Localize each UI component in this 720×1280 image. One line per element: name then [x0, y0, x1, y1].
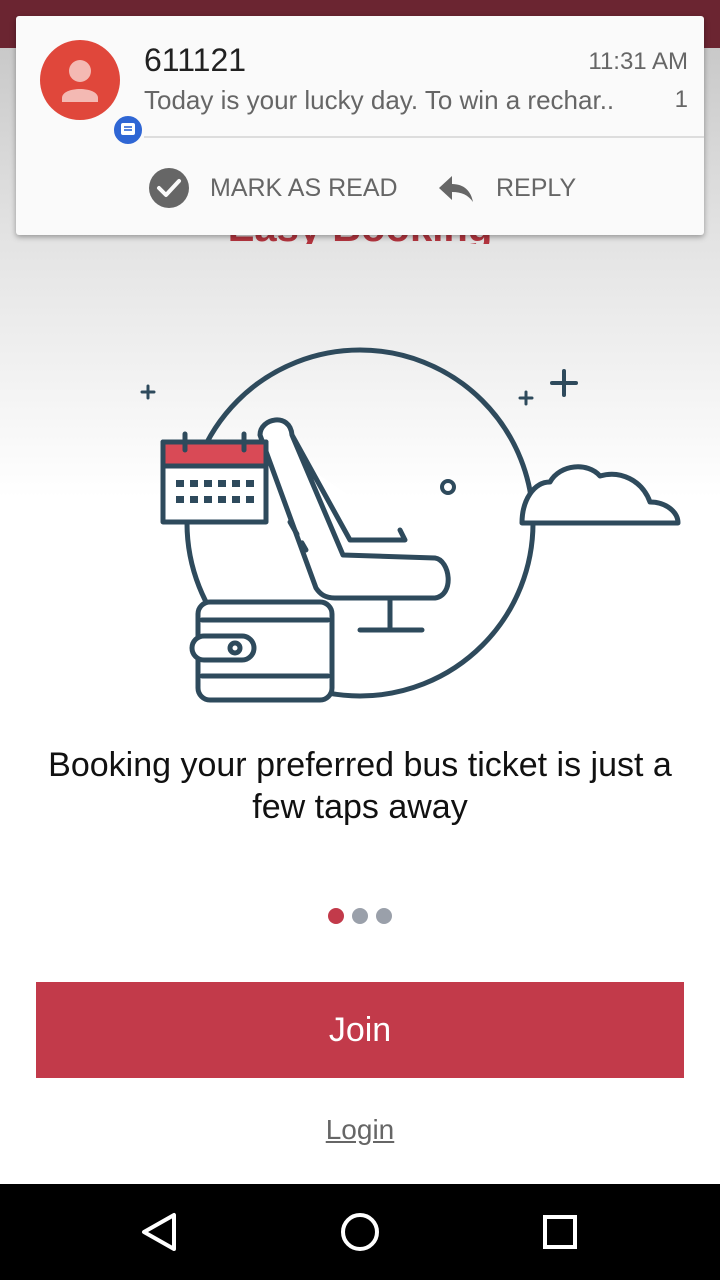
- contact-avatar: [40, 40, 120, 120]
- calendar-icon: [160, 431, 269, 525]
- notification-count: 1: [674, 86, 688, 113]
- join-button[interactable]: Join: [36, 982, 684, 1078]
- sparkle-icon: [550, 369, 578, 397]
- notification-sender: 611121: [144, 42, 247, 78]
- seat-icon: [257, 417, 451, 633]
- message-icon: [112, 114, 144, 146]
- reply-label: REPLY: [496, 173, 577, 202]
- page-dot-active: [328, 908, 344, 924]
- notification-time: 11:31 AM: [588, 48, 688, 75]
- onboarding-tagline: Booking your preferred bus ticket is jus…: [48, 746, 672, 826]
- sms-notification[interactable]: 611121 11:31 AM Today is your lucky day.…: [16, 16, 704, 235]
- reply-button[interactable]: REPLY: [436, 164, 576, 212]
- reply-icon: [439, 176, 473, 202]
- login-link[interactable]: Login: [0, 1110, 720, 1150]
- recents-square-icon[interactable]: [536, 1208, 584, 1256]
- navigation-bar: [0, 1184, 720, 1280]
- mark-as-read-label: MARK AS READ: [210, 173, 398, 202]
- booking-illustration: [140, 347, 681, 703]
- sparkle-icon: [518, 390, 534, 406]
- wallet-icon: [189, 599, 335, 703]
- notification-message: Today is your lucky day. To win a rechar…: [144, 85, 615, 115]
- check-circle-icon: [149, 168, 189, 208]
- back-triangle-icon[interactable]: [136, 1208, 184, 1256]
- page-dot: [352, 908, 368, 924]
- home-circle-icon[interactable]: [336, 1208, 384, 1256]
- person-icon: [62, 60, 98, 102]
- divider: [144, 136, 704, 138]
- mark-as-read-button[interactable]: MARK AS READ: [148, 164, 398, 212]
- page-indicator: [0, 908, 720, 926]
- cloud-icon: [519, 464, 681, 526]
- sparkle-icon: [140, 384, 156, 400]
- page-dot: [376, 908, 392, 924]
